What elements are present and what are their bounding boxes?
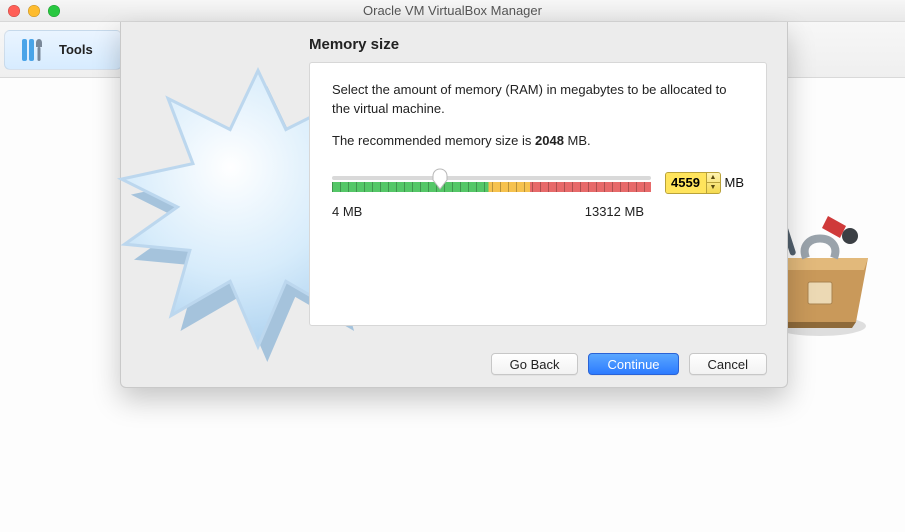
dialog-content: Select the amount of memory (RAM) in meg… [309,62,767,326]
sidebar-item-label: Tools [59,42,93,57]
tools-icon [19,35,49,65]
slider-max-label: 13312 MB [585,204,644,219]
slider-min-label: 4 MB [332,204,362,219]
cancel-button[interactable]: Cancel [689,353,767,375]
titlebar: Oracle VM VirtualBox Manager [0,0,905,22]
recommended-suffix: MB. [564,133,591,148]
dialog-heading: Memory size [309,36,399,53]
go-back-button[interactable]: Go Back [491,353,579,375]
stepper-down-icon[interactable]: ▼ [707,183,720,193]
memory-slider[interactable] [332,168,651,198]
memory-size-dialog: Memory size Select the amount of memory … [120,22,788,388]
dialog-footer: Go Back Continue Cancel [491,353,767,375]
minimize-window-icon[interactable] [28,5,40,17]
recommended-value: 2048 [535,133,564,148]
memory-value-input[interactable] [666,173,706,193]
zoom-window-icon[interactable] [48,5,60,17]
instruction-text: Select the amount of memory (RAM) in meg… [332,81,744,119]
stepper-up-icon[interactable]: ▲ [707,173,720,184]
memory-spinbox[interactable]: ▲ ▼ [665,172,721,194]
window-title: Oracle VM VirtualBox Manager [363,3,542,18]
memory-unit: MB [725,175,745,190]
recommended-text: The recommended memory size is 2048 MB. [332,133,744,148]
recommended-prefix: The recommended memory size is [332,133,535,148]
slider-thumb-icon[interactable] [431,168,449,190]
continue-button[interactable]: Continue [588,353,678,375]
close-window-icon[interactable] [8,5,20,17]
